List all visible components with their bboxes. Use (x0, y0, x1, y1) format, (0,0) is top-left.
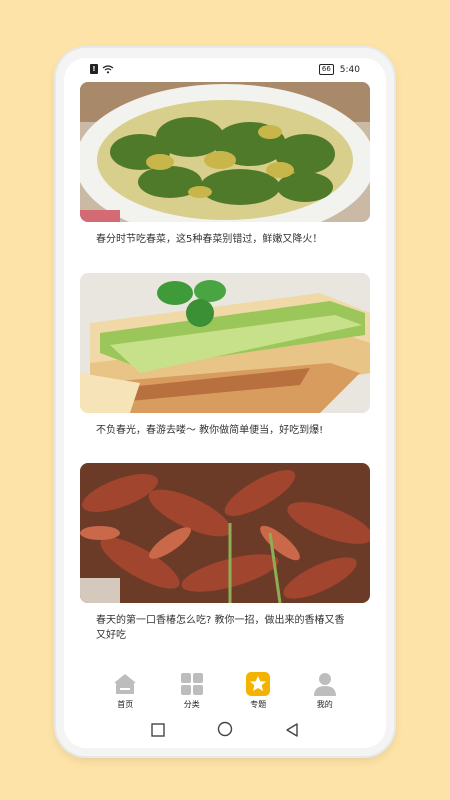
grid-icon (179, 671, 205, 697)
article-card[interactable]: 春天的第一口香椿怎么吃? 教你一招，做出来的香椿又香又好吃 (80, 463, 370, 643)
status-bar: ! 66 5:40 (64, 58, 386, 82)
tab-label: 专题 (250, 700, 267, 709)
user-icon (312, 671, 338, 697)
tab-label: 分类 (183, 700, 200, 709)
article-title[interactable]: 春分时节吃春菜，这5种春菜别错过，鲜嫩又降火！ (80, 232, 370, 247)
home-icon (112, 671, 138, 697)
home-nav-icon[interactable] (217, 721, 233, 741)
article-card[interactable]: 不负春光，春游去喽～ 教你做简单便当，好吃到爆! (80, 273, 370, 438)
bottom-tab-bar: 首页 分类 专题 我的 (64, 664, 386, 714)
article-image[interactable] (80, 463, 370, 603)
article-image[interactable] (80, 273, 370, 413)
article-image[interactable] (80, 82, 370, 222)
sim-alert-icon: ! (90, 64, 98, 74)
battery-indicator: 66 (318, 64, 334, 75)
tab-label: 我的 (316, 700, 333, 709)
tab-label: 首页 (117, 700, 134, 709)
article-title[interactable]: 不负春光，春游去喽～ 教你做简单便当，好吃到爆! (80, 423, 370, 438)
clock: 5:40 (339, 64, 360, 75)
screen: ! 66 5:40 春分时节吃春菜，这5种春菜别错过，鲜嫩又降火！ 不负春光，春… (64, 58, 386, 748)
system-nav-bar (64, 714, 386, 748)
tab-profile[interactable]: 我的 (305, 664, 345, 714)
tab-topics[interactable]: 专题 (238, 664, 278, 714)
wifi-icon (102, 64, 114, 73)
tab-home[interactable]: 首页 (105, 664, 145, 714)
star-icon (245, 671, 271, 697)
tab-category[interactable]: 分类 (172, 664, 212, 714)
article-title[interactable]: 春天的第一口香椿怎么吃? 教你一招，做出来的香椿又香又好吃 (80, 613, 370, 643)
article-card[interactable]: 春分时节吃春菜，这5种春菜别错过，鲜嫩又降火！ (80, 82, 370, 247)
recent-apps-icon[interactable] (151, 722, 165, 741)
back-icon[interactable] (285, 722, 299, 741)
article-feed[interactable]: 春分时节吃春菜，这5种春菜别错过，鲜嫩又降火！ 不负春光，春游去喽～ 教你做简单… (64, 82, 386, 664)
